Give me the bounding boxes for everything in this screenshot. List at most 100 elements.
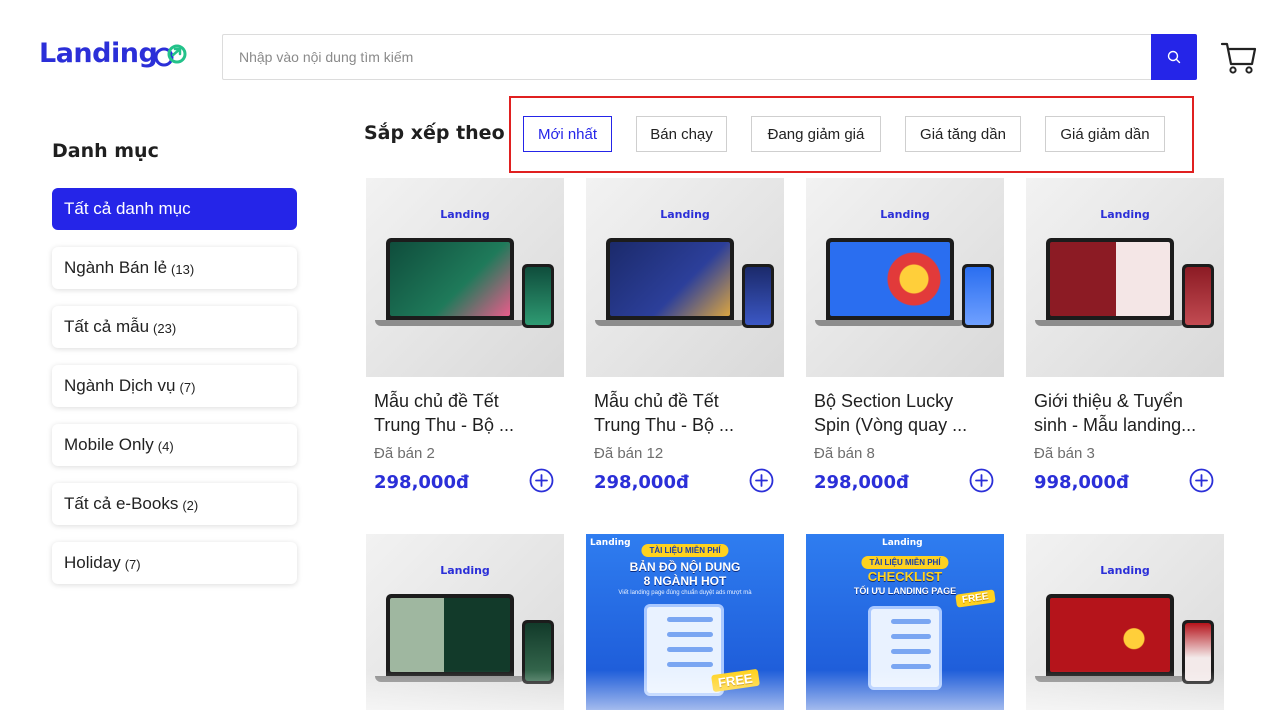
thumbnail-brand: Landing [882,538,923,548]
laptop-base [1035,320,1185,326]
search-button[interactable] [1151,34,1197,80]
banner-title-line: BẢN ĐỒ NỘI DUNG [629,560,741,574]
thumbnail-brand: Landing [440,564,490,577]
product-title[interactable]: Bộ Section Lucky Spin (Vòng quay ... [806,389,996,437]
product-title[interactable]: Giới thiệu & Tuyển sinh - Mẫu landing... [1026,389,1216,437]
product-card[interactable]: Landing [1026,534,1224,710]
laptop-base [375,320,525,326]
product-card[interactable]: Landing Giới thiệu & Tuyển sinh - Mẫu la… [1026,178,1224,498]
laptop-base [595,320,745,326]
thumbnail-brand: Landing [880,208,930,221]
sidebar-item-ebooks[interactable]: Tất cả e-Books (2) [52,483,297,525]
phone-mockup [742,264,774,328]
product-title-line: Trung Thu - Bộ ... [374,415,515,435]
sort-label: Sắp xếp theo [364,122,505,144]
sidebar-item-holiday[interactable]: Holiday (7) [52,542,297,584]
add-to-cart-plus-icon[interactable] [1189,468,1214,493]
sidebar-item-label: Tất cả e-Books [64,494,179,513]
sidebar-item-count: (4) [157,438,174,454]
product-title-line: sinh - Mẫu landing... [1034,415,1197,435]
product-title[interactable]: Mẫu chủ đề Tết Trung Thu - Bộ ... [366,389,556,437]
add-to-cart-plus-icon[interactable] [749,468,774,493]
thumbnail-brand: Landing [1100,564,1150,577]
sidebar-item-count: (7) [124,556,141,572]
product-title-line: Trung Thu - Bộ ... [594,415,735,435]
laptop-mockup [606,238,734,320]
search-input[interactable] [223,35,1151,79]
laptop-base [1035,676,1185,682]
sidebar-item-retail[interactable]: Ngành Bán lẻ (13) [52,247,297,289]
sidebar-item-label: Ngành Bán lẻ [64,258,168,277]
laptop-mockup [1046,594,1174,676]
banner-subtitle: Viết landing page đúng chuẩn duyệt ads m… [618,590,752,596]
sidebar-item-all-templates[interactable]: Tất cả mẫu (23) [52,306,297,348]
search-bar [222,34,1197,80]
search-icon [1167,50,1181,64]
thumbnail-brand: Landing [660,208,710,221]
thumbnail-brand: Landing [1100,208,1150,221]
product-sold-count: Đã bán 12 [594,445,664,462]
product-title[interactable]: Mẫu chủ đề Tết Trung Thu - Bộ ... [586,389,776,437]
sidebar-title: Danh mục [52,140,159,162]
product-title-line: Giới thiệu & Tuyển [1034,391,1183,411]
product-thumbnail[interactable]: Landing [806,178,1004,377]
product-card[interactable]: Landing Bộ Section Lucky Spin (Vòng quay… [806,178,1004,498]
product-card[interactable]: Landing TÀI LIỆU MIỄN PHÍ CHECKLIST TỐI … [806,534,1004,710]
product-price: 998,000đ [1034,472,1129,493]
brand-logo[interactable]: Landing [39,38,189,69]
product-price: 298,000đ [594,472,689,493]
product-thumbnail[interactable]: Landing [1026,178,1224,377]
product-thumbnail[interactable]: Landing [586,178,784,377]
banner-tag: TÀI LIỆU MIỄN PHÍ [861,556,949,569]
banner-title-line: CHECKLIST [867,569,943,584]
sort-newest-button[interactable]: Mới nhất [523,116,612,152]
product-price: 298,000đ [814,472,909,493]
product-thumbnail[interactable]: Landing [366,178,564,377]
sort-bestseller-button[interactable]: Bán chạy [636,116,727,152]
sort-price-desc-button[interactable]: Giá giảm dần [1045,116,1165,152]
product-card[interactable]: Landing [366,534,564,710]
sidebar-item-services[interactable]: Ngành Dịch vụ (7) [52,365,297,407]
product-thumbnail[interactable]: Landing [1026,534,1224,710]
sidebar-item-count: (23) [153,320,177,336]
sidebar-item-label: Tất cả mẫu [64,317,150,336]
product-card[interactable]: Landing Mẫu chủ đề Tết Trung Thu - Bộ ..… [586,178,784,498]
sidebar-item-all-categories[interactable]: Tất cả danh mục [52,188,297,230]
banner-tag: TÀI LIỆU MIỄN PHÍ [641,544,729,557]
sort-price-asc-button[interactable]: Giá tăng dần [905,116,1021,152]
laptop-mockup [386,594,514,676]
product-sold-count: Đã bán 3 [1034,445,1095,462]
product-thumbnail[interactable]: Landing TÀI LIỆU MIỄN PHÍ BẢN ĐỒ NỘI DUN… [586,534,784,710]
product-thumbnail[interactable]: Landing TÀI LIỆU MIỄN PHÍ CHECKLIST TỐI … [806,534,1004,710]
phone-mockup [962,264,994,328]
product-sold-count: Đã bán 2 [374,445,435,462]
add-to-cart-plus-icon[interactable] [529,468,554,493]
product-title-line: Spin (Vòng quay ... [814,415,968,435]
product-title-line: Mẫu chủ đề Tết [374,391,499,411]
thumbnail-brand: Landing [440,208,490,221]
laptop-base [375,676,525,682]
add-to-cart-plus-icon[interactable] [969,468,994,493]
product-title-line: Bộ Section Lucky [814,391,954,411]
sidebar-item-label: Ngành Dịch vụ [64,376,176,395]
product-card[interactable]: Landing TÀI LIỆU MIỄN PHÍ BẢN ĐỒ NỘI DUN… [586,534,784,710]
cart-icon[interactable] [1220,38,1258,76]
product-thumbnail[interactable]: Landing [366,534,564,710]
sidebar-item-mobile-only[interactable]: Mobile Only (4) [52,424,297,466]
sidebar-item-label: Holiday [64,553,121,572]
product-sold-count: Đã bán 8 [814,445,875,462]
banner-title: BẢN ĐỒ NỘI DUNG 8 NGÀNH HOT [586,560,784,588]
laptop-mockup [826,238,954,320]
phone-mockup [522,620,554,684]
banner-title-line: 8 NGÀNH HOT [643,574,727,588]
phone-mockup [1182,264,1214,328]
product-card[interactable]: Landing Mẫu chủ đề Tết Trung Thu - Bộ ..… [366,178,564,498]
logo-text: Landing [39,38,158,69]
sidebar-item-label: Mobile Only [64,435,154,454]
sort-on-sale-button[interactable]: Đang giảm giá [751,116,881,152]
thumbnail-brand: Landing [590,538,631,548]
clipboard-illustration [868,606,942,690]
product-title-line: Mẫu chủ đề Tết [594,391,719,411]
laptop-base [815,320,965,326]
phone-mockup [1182,620,1214,684]
